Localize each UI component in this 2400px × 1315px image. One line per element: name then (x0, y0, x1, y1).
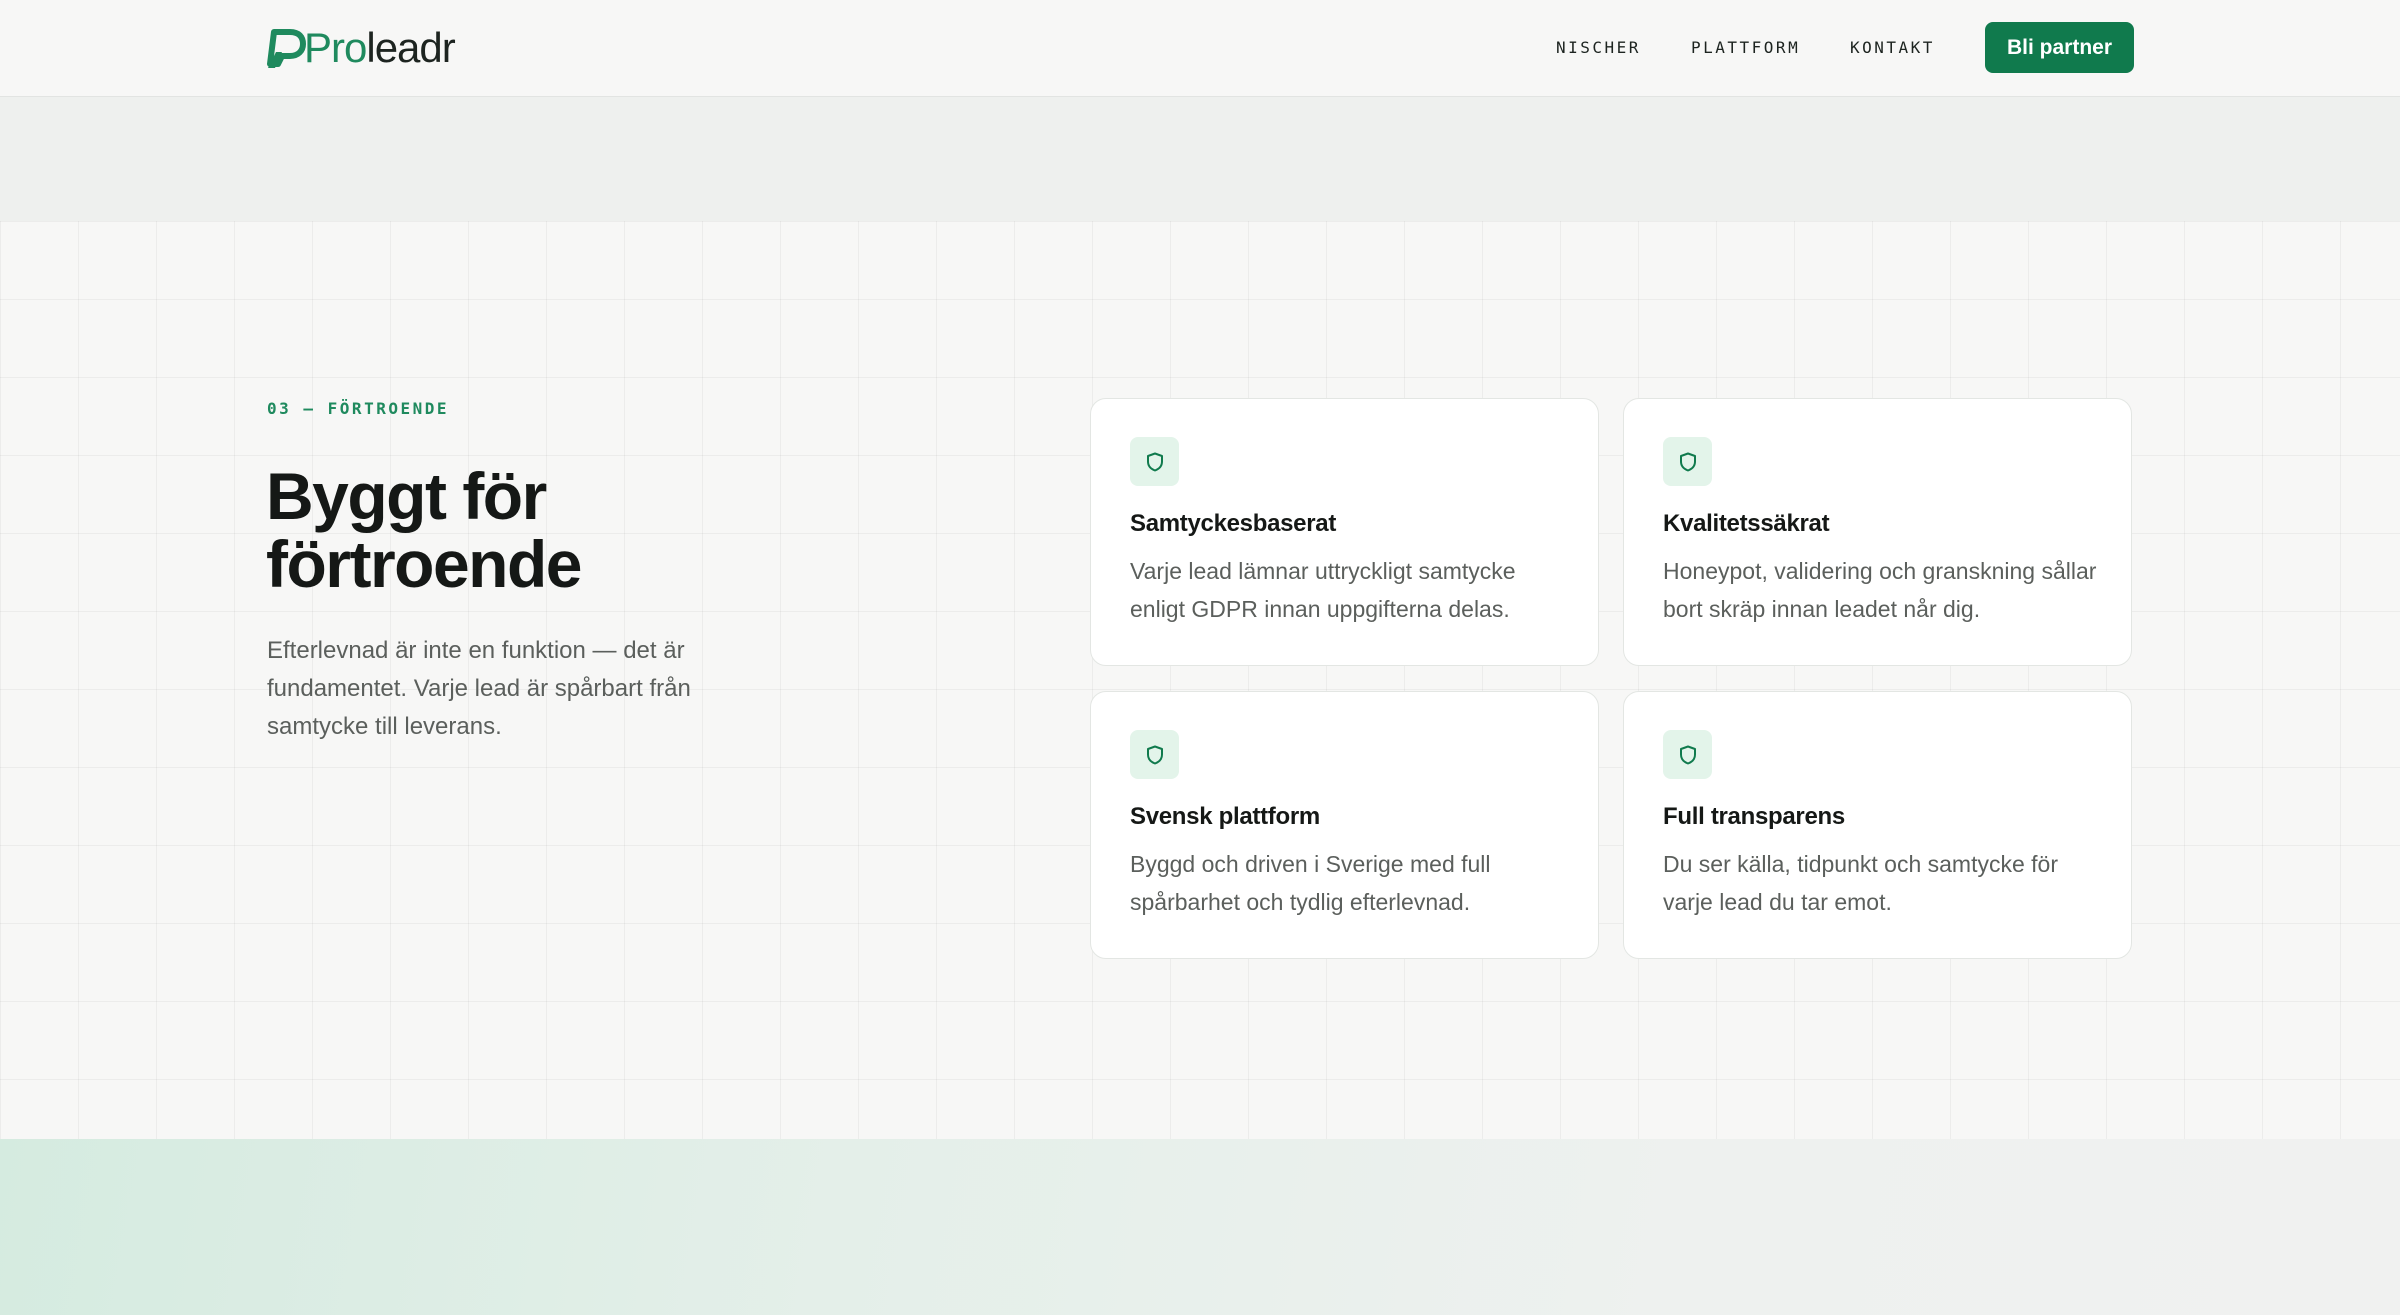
section-lead: Efterlevnad är inte en funktion — det är… (267, 637, 691, 740)
logo[interactable]: Proleadr (266, 24, 456, 72)
nav-item-kontakt[interactable]: KONTAKT (1850, 38, 1935, 57)
hero-band (0, 97, 2400, 221)
next-section-gradient (0, 1139, 2400, 1315)
card-svensk-plattform: Svensk plattform Byggd och driven i Sver… (1090, 691, 1599, 959)
site-header: Proleadr NISCHER PLATTFORM KONTAKT Bli p… (0, 0, 2400, 97)
card-title: Svensk plattform (1130, 803, 1320, 830)
card-samtyckesbaserat: Samtyckesbaserat Varje lead lämnar uttry… (1090, 398, 1599, 666)
shield-icon (1679, 452, 1696, 471)
shield-icon (1146, 452, 1163, 471)
shield-icon (1679, 745, 1696, 764)
card-icon-badge (1130, 730, 1179, 779)
card-icon-badge (1663, 437, 1712, 486)
section-headline: Byggt för förtroende (266, 462, 786, 598)
nav-item-plattform[interactable]: PLATTFORM (1691, 38, 1800, 57)
card-title: Kvalitetssäkrat (1663, 510, 1830, 537)
nav-item-nischer[interactable]: NISCHER (1556, 38, 1641, 57)
card-text: Du ser källa, tidpunkt och samtycke för … (1663, 851, 2058, 915)
logo-wordmark: Proleadr (304, 24, 456, 72)
partner-button[interactable]: Bli partner (1985, 22, 2134, 73)
logo-mark-icon (267, 29, 306, 68)
card-kvalitetssakrat: Kvalitetssäkrat Honeypot, validering och… (1623, 398, 2132, 666)
card-title: Samtyckesbaserat (1130, 510, 1337, 537)
section-eyebrow: 03 — FÖRTROENDE (267, 399, 449, 418)
shield-icon (1146, 745, 1163, 764)
logo-text-rest: leadr (366, 24, 455, 71)
headline-line-1: Byggt för (266, 459, 547, 533)
card-full-transparens: Full transparens Du ser källa, tidpunkt … (1623, 691, 2132, 959)
card-icon-badge (1130, 437, 1179, 486)
card-icon-badge (1663, 730, 1712, 779)
card-text: Honeypot, validering och granskning såll… (1663, 558, 2097, 622)
logo-text-pro: Pro (304, 24, 367, 71)
card-text: Byggd och driven i Sverige med full spår… (1130, 851, 1491, 915)
card-text: Varje lead lämnar uttryckligt samtycke e… (1130, 558, 1516, 622)
card-title: Full transparens (1663, 803, 1845, 830)
headline-line-2: förtroende (266, 527, 583, 601)
